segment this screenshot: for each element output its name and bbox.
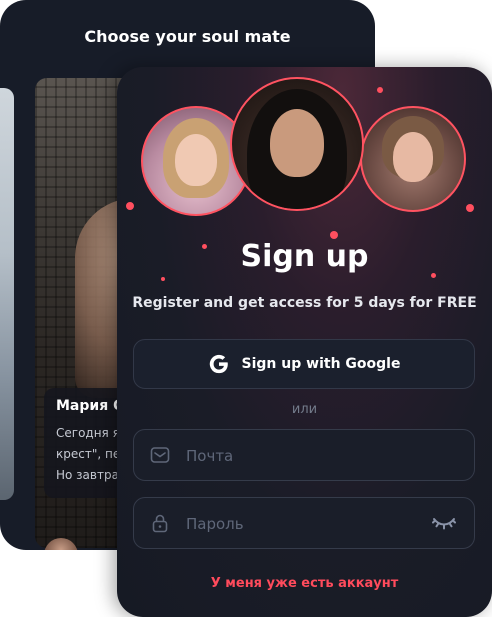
password-input[interactable] [184, 498, 438, 550]
decor-dot [377, 87, 383, 93]
back-card-title: Choose your soul mate [84, 27, 291, 46]
profile-text-line: Но завтра [56, 468, 119, 482]
profile-name: Мария О [56, 398, 125, 414]
email-input[interactable] [184, 430, 438, 482]
decor-dot [466, 204, 474, 212]
page-subtitle: Register and get access for 5 days for F… [132, 295, 477, 311]
or-divider: или [291, 402, 318, 417]
email-field[interactable] [133, 429, 475, 482]
avatar-face [270, 109, 324, 177]
google-icon [209, 354, 228, 374]
lock-icon [152, 514, 168, 533]
decor-dot [161, 277, 165, 281]
google-signup-label: Sign up with Google [241, 356, 401, 372]
mail-icon [150, 447, 170, 463]
have-account-link[interactable]: У меня уже есть аккаунт [117, 576, 492, 591]
google-signup-button[interactable]: Sign up with Google [133, 339, 475, 389]
profile-text-line: крест", пе [56, 447, 121, 461]
eye-closed-icon[interactable] [432, 516, 456, 530]
avatar-face [393, 132, 433, 182]
decor-dot [330, 231, 338, 239]
signup-card: Sign up Register and get access for 5 da… [117, 67, 492, 617]
avatar-right [360, 106, 466, 212]
page-title: Sign up [240, 239, 369, 274]
profile-photo-left [0, 88, 14, 500]
decor-dot [126, 202, 134, 210]
avatar-center [230, 77, 364, 211]
password-field[interactable] [133, 497, 475, 550]
profile-text-line: Сегодня я [56, 426, 120, 440]
avatar-face [175, 134, 217, 186]
